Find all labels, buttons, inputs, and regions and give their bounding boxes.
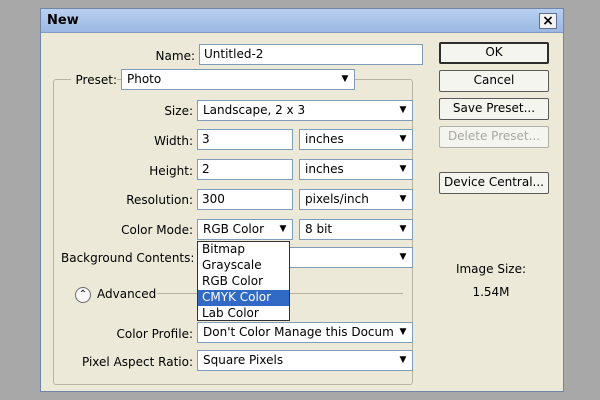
chevron-down-icon: ▼ bbox=[399, 327, 407, 337]
menu-item-rgb-color[interactable]: RGB Color bbox=[198, 274, 289, 290]
menu-item-cmyk-color[interactable]: CMYK Color bbox=[198, 290, 289, 306]
close-button[interactable]: × bbox=[539, 13, 557, 29]
chevron-down-icon: ▼ bbox=[341, 74, 349, 84]
preset-label: Preset: bbox=[71, 73, 117, 87]
title-bar[interactable]: New × bbox=[41, 9, 563, 33]
ok-button[interactable]: OK bbox=[439, 42, 549, 64]
chevron-down-icon: ▼ bbox=[399, 224, 407, 234]
menu-item-bitmap[interactable]: Bitmap bbox=[198, 242, 289, 258]
pixel-aspect-value: Square Pixels bbox=[203, 353, 284, 367]
height-label: Height: bbox=[149, 164, 193, 178]
color-mode-select[interactable]: RGB Color ▼ bbox=[197, 219, 293, 240]
advanced-toggle-icon[interactable]: ⌃ bbox=[75, 287, 91, 303]
color-profile-select[interactable]: Don't Color Manage this Document ▼ bbox=[197, 322, 413, 343]
width-label: Width: bbox=[154, 134, 193, 148]
device-central-button[interactable]: Device Central... bbox=[439, 172, 549, 194]
chevron-down-icon: ▼ bbox=[279, 224, 287, 234]
bit-depth-select[interactable]: 8 bit ▼ bbox=[299, 219, 413, 240]
chevron-down-icon: ▼ bbox=[399, 252, 407, 262]
new-document-dialog: New × Name: Untitled-2 Preset: Photo ▼ S… bbox=[40, 8, 564, 392]
chevron-down-icon: ▼ bbox=[399, 194, 407, 204]
color-mode-label: Color Mode: bbox=[121, 223, 193, 237]
width-unit-value: inches bbox=[305, 132, 344, 146]
chevron-down-icon: ▼ bbox=[399, 134, 407, 144]
background-contents-label: Background Contents: bbox=[61, 251, 195, 265]
dialog-title: New bbox=[47, 13, 79, 28]
width-field[interactable]: 3 bbox=[197, 129, 293, 150]
advanced-label[interactable]: Advanced bbox=[97, 287, 157, 301]
width-unit-select[interactable]: inches ▼ bbox=[299, 129, 413, 150]
preset-value: Photo bbox=[127, 72, 162, 86]
size-select[interactable]: Landscape, 2 x 3 ▼ bbox=[197, 100, 413, 121]
height-field[interactable]: 2 bbox=[197, 159, 293, 180]
color-mode-value: RGB Color bbox=[203, 222, 265, 236]
name-label: Name: bbox=[155, 49, 195, 63]
size-label: Size: bbox=[164, 104, 193, 118]
pixel-aspect-select[interactable]: Square Pixels ▼ bbox=[197, 350, 413, 371]
chevron-down-icon: ▼ bbox=[399, 105, 407, 115]
name-field[interactable]: Untitled-2 bbox=[199, 44, 423, 65]
resolution-unit-value: pixels/inch bbox=[305, 192, 369, 206]
save-preset-button[interactable]: Save Preset... bbox=[439, 98, 549, 120]
image-size-label: Image Size: bbox=[455, 262, 527, 276]
chevron-down-icon: ▼ bbox=[399, 164, 407, 174]
menu-item-grayscale[interactable]: Grayscale bbox=[198, 258, 289, 274]
color-profile-label: Color Profile: bbox=[116, 327, 194, 341]
height-unit-value: inches bbox=[305, 162, 344, 176]
color-mode-menu[interactable]: Bitmap Grayscale RGB Color CMYK Color La… bbox=[197, 241, 290, 321]
color-profile-value: Don't Color Manage this Document bbox=[203, 325, 394, 339]
chevron-down-icon: ▼ bbox=[399, 355, 407, 365]
cancel-button[interactable]: Cancel bbox=[439, 70, 549, 92]
pixel-aspect-label: Pixel Aspect Ratio: bbox=[82, 355, 193, 369]
preset-select[interactable]: Photo ▼ bbox=[121, 69, 355, 90]
size-value: Landscape, 2 x 3 bbox=[203, 103, 306, 117]
resolution-unit-select[interactable]: pixels/inch ▼ bbox=[299, 189, 413, 210]
resolution-label: Resolution: bbox=[126, 193, 193, 207]
image-size-value: 1.54M bbox=[472, 285, 510, 299]
delete-preset-button: Delete Preset... bbox=[439, 126, 549, 148]
bit-depth-value: 8 bit bbox=[305, 222, 333, 236]
height-unit-select[interactable]: inches ▼ bbox=[299, 159, 413, 180]
close-icon: × bbox=[542, 13, 554, 29]
resolution-field[interactable]: 300 bbox=[197, 189, 293, 210]
menu-item-lab-color[interactable]: Lab Color bbox=[198, 306, 289, 322]
